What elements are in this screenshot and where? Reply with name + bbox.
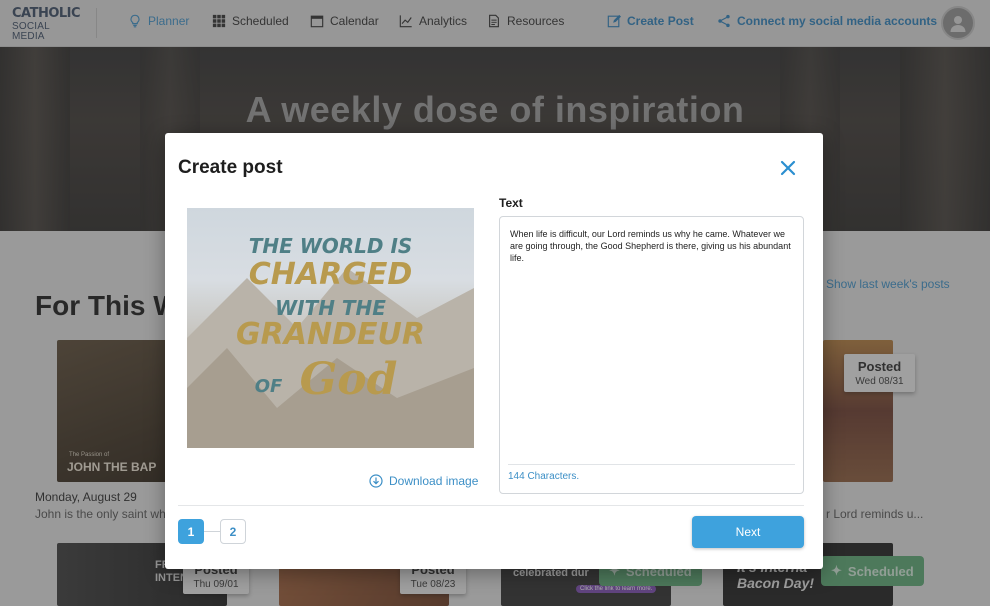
post-image-preview: THE WORLD IS CHARGED WITH THE GRANDEUR O… xyxy=(187,208,474,448)
preview-line: WITH THE xyxy=(275,296,386,320)
step-1-button[interactable]: 1 xyxy=(178,519,204,544)
close-icon[interactable] xyxy=(779,159,797,177)
download-image-link[interactable]: Download image xyxy=(369,474,478,488)
next-button[interactable]: Next xyxy=(692,516,804,548)
preview-line: GRANDEUR xyxy=(236,317,425,352)
step-2-button[interactable]: 2 xyxy=(220,519,246,544)
text-label: Text xyxy=(499,196,523,210)
post-text-field[interactable]: When life is difficult, our Lord reminds… xyxy=(499,216,804,494)
create-post-modal: Create post THE WORLD IS CHARGED WITH TH… xyxy=(165,133,823,569)
textbox-divider xyxy=(508,464,795,465)
post-text-value: When life is difficult, our Lord reminds… xyxy=(510,229,791,263)
preview-line: THE WORLD IS xyxy=(248,234,413,258)
preview-line: CHARGED xyxy=(248,257,413,292)
character-count: 144 Characters. xyxy=(508,471,580,482)
preview-line: God xyxy=(299,354,398,405)
download-label: Download image xyxy=(389,474,479,488)
download-icon xyxy=(369,474,383,488)
step-connector xyxy=(204,531,220,532)
modal-title: Create post xyxy=(178,157,283,178)
footer-divider xyxy=(178,505,804,506)
